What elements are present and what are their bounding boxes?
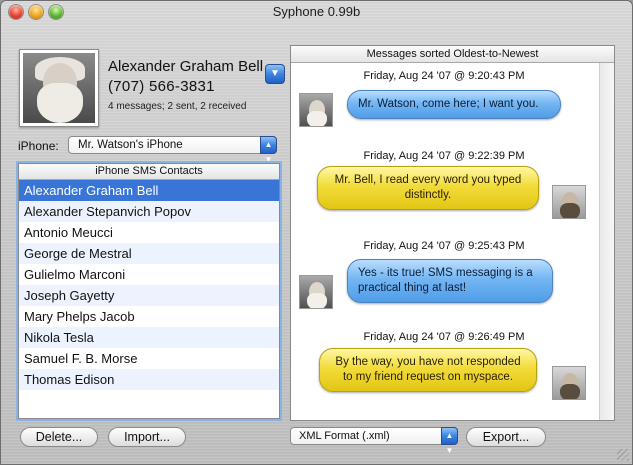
zoom-window-button[interactable] bbox=[49, 5, 63, 19]
window-title: Syphone 0.99b bbox=[272, 4, 361, 19]
contact-row[interactable]: Alexander Stepanvich Popov bbox=[19, 201, 279, 222]
title-bar: Syphone 0.99b bbox=[1, 1, 632, 23]
select-arrows-icon: ▲ ▼ bbox=[441, 427, 458, 455]
message-bubble: Yes - its true! SMS messaging is a pract… bbox=[347, 259, 553, 303]
contact-photo bbox=[19, 49, 99, 127]
contacts-table-header[interactable]: iPhone SMS Contacts bbox=[19, 164, 279, 180]
chevron-down-icon: ▼ bbox=[270, 68, 280, 79]
contact-row[interactable]: Nikola Tesla bbox=[19, 327, 279, 348]
minimize-window-button[interactable] bbox=[29, 5, 43, 19]
format-select-value: XML Format (.xml) bbox=[299, 430, 390, 442]
contact-row[interactable]: George de Mestral bbox=[19, 243, 279, 264]
message-timestamp: Friday, Aug 24 '07 @ 9:26:49 PM bbox=[363, 331, 525, 343]
message-bubble: By the way, you have not responded to my… bbox=[319, 348, 537, 392]
message-stats: 4 messages; 2 sent, 2 received bbox=[108, 101, 247, 112]
message-bubble: Mr. Watson, come here; I want you. bbox=[347, 90, 561, 119]
message-timestamp: Friday, Aug 24 '07 @ 9:20:43 PM bbox=[363, 70, 525, 82]
avatar bbox=[552, 185, 586, 219]
messages-scrollbar[interactable] bbox=[599, 63, 614, 420]
contact-row[interactable]: Joseph Gayetty bbox=[19, 285, 279, 306]
import-button[interactable]: Import... bbox=[108, 427, 186, 447]
avatar bbox=[552, 366, 586, 400]
contacts-table[interactable]: iPhone SMS Contacts Alexander Graham Bel… bbox=[18, 163, 280, 419]
avatar bbox=[299, 93, 333, 127]
iphone-select[interactable]: Mr. Watson's iPhone ▲ ▼ bbox=[68, 136, 277, 164]
messages-panel: Messages sorted Oldest-to-Newest Friday,… bbox=[290, 45, 615, 421]
contact-phone: (707) 566-3831 bbox=[108, 78, 215, 95]
message-timestamp: Friday, Aug 24 '07 @ 9:25:43 PM bbox=[363, 240, 525, 252]
contact-row[interactable]: Mary Phelps Jacob bbox=[19, 306, 279, 327]
format-select[interactable]: XML Format (.xml) ▲ ▼ bbox=[290, 427, 458, 455]
app-window: Syphone 0.99b Alexander Graham Bell (707… bbox=[0, 0, 633, 465]
export-button[interactable]: Export... bbox=[466, 427, 546, 447]
contacts-list: Alexander Graham Bell Alexander Stepanvic… bbox=[19, 180, 279, 390]
contact-row[interactable]: Gulielmo Marconi bbox=[19, 264, 279, 285]
contact-row[interactable]: Samuel F. B. Morse bbox=[19, 348, 279, 369]
contact-name: Alexander Graham Bell bbox=[108, 58, 264, 75]
avatar bbox=[299, 275, 333, 309]
contact-options-popup[interactable]: ▼ bbox=[265, 64, 285, 84]
iphone-label: iPhone: bbox=[18, 139, 59, 153]
select-arrows-icon: ▲ ▼ bbox=[260, 136, 277, 164]
contact-row[interactable]: Alexander Graham Bell bbox=[19, 180, 279, 201]
messages-header: Messages sorted Oldest-to-Newest bbox=[291, 46, 614, 63]
delete-button[interactable]: Delete... bbox=[20, 427, 98, 447]
close-window-button[interactable] bbox=[9, 5, 23, 19]
contact-row[interactable]: Thomas Edison bbox=[19, 369, 279, 390]
contact-row[interactable]: Antonio Meucci bbox=[19, 222, 279, 243]
message-timestamp: Friday, Aug 24 '07 @ 9:22:39 PM bbox=[363, 150, 525, 162]
resize-grip-icon[interactable] bbox=[617, 449, 629, 461]
contact-portrait-image bbox=[23, 53, 95, 123]
iphone-select-value: Mr. Watson's iPhone bbox=[78, 139, 183, 151]
message-bubble: Mr. Bell, I read every word you typed di… bbox=[317, 166, 539, 210]
